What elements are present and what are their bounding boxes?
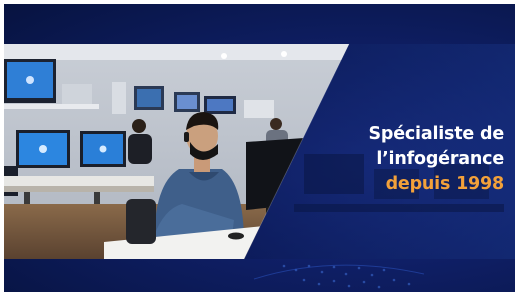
headline-line-1: Spécialiste de [368, 124, 504, 144]
headline-accent-line: depuis 1998 [385, 174, 505, 194]
headline-line-2: l’infogérance [376, 149, 504, 169]
hero-banner: Spécialiste de l’infogérance depuis 1998 [4, 4, 515, 292]
video-frame: Spécialiste de l’infogérance depuis 1998 [0, 0, 519, 296]
headline: Spécialiste de l’infogérance depuis 1998 [322, 122, 504, 197]
